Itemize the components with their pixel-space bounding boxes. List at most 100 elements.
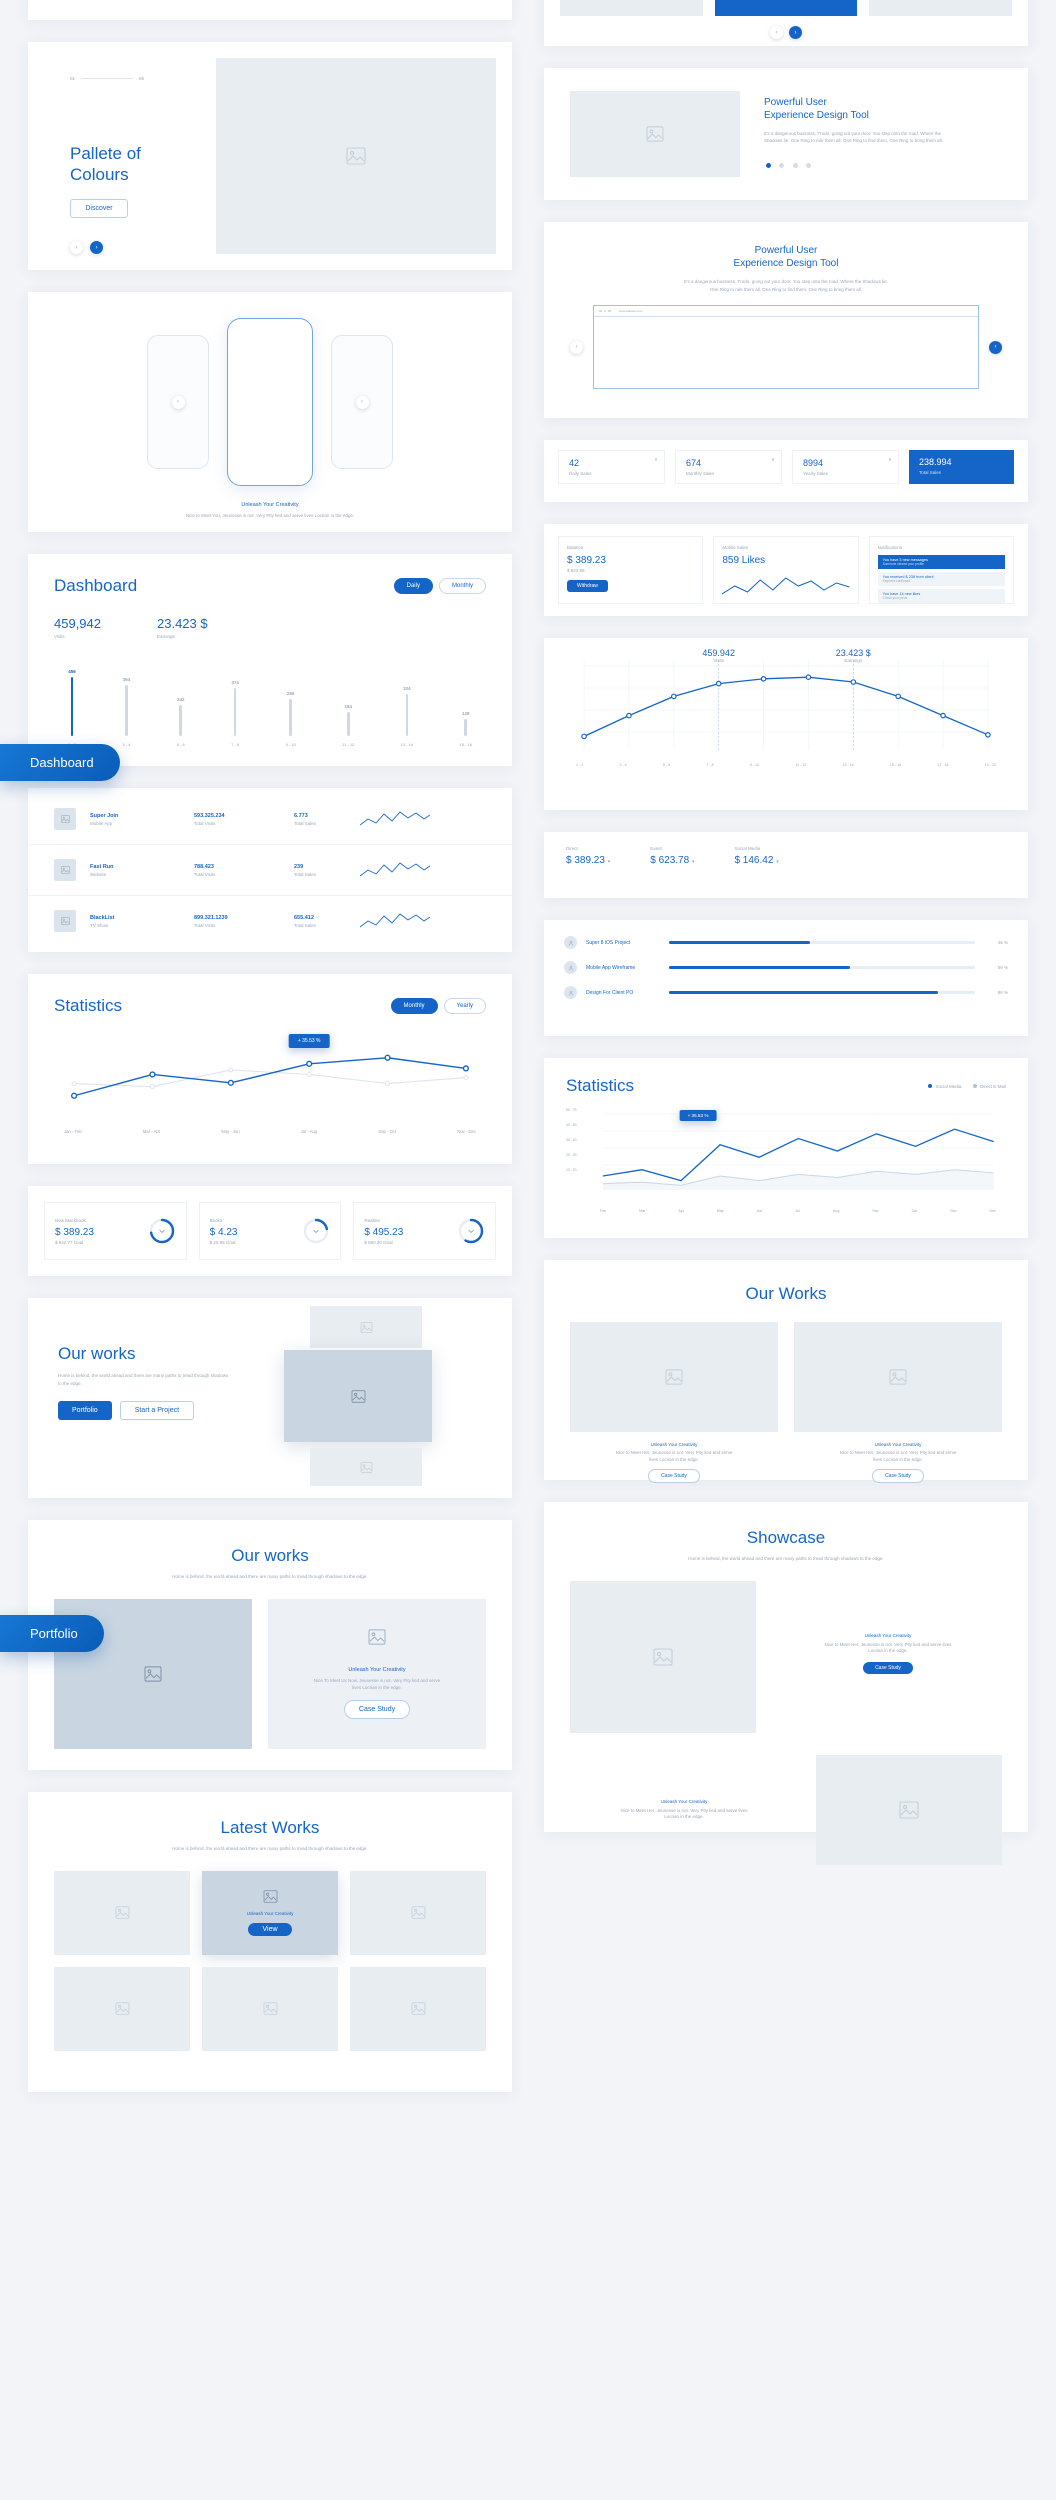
carousel-dot[interactable] xyxy=(806,162,812,168)
overview-chart-card: 459.942 Visits 23.423 $ Earnings 1 - 2 3 - 4 5… xyxy=(544,638,1028,810)
portfolio-thumb-1[interactable] xyxy=(310,1306,422,1348)
latest-works-tile[interactable] xyxy=(54,1870,190,1955)
goal-label: New Mackbook xyxy=(55,1217,86,1223)
goal-card: New Mackbook $ 389.23 $ 942.77 Goal xyxy=(44,1202,187,1260)
overview-marker-earnings: 23.423 $ Earnings xyxy=(836,648,871,663)
showcase-image-1[interactable] xyxy=(570,1580,756,1733)
row-sales: 6.773 xyxy=(294,812,308,819)
notification-item[interactable]: You have 14 new likes Check your posts xyxy=(877,589,1005,603)
showcase-case-study-button[interactable]: Case Study xyxy=(863,1661,913,1674)
our-works-caption-title: Unleash Your Creativity xyxy=(348,1666,406,1673)
progress-percent: 59 % xyxy=(997,965,1008,970)
dashboard-toggle-monthly[interactable]: Monthly xyxy=(438,578,486,594)
browser-url: www.website.com xyxy=(618,309,643,313)
bar xyxy=(405,694,409,736)
avatar xyxy=(564,961,577,974)
legend-dot xyxy=(928,1084,933,1088)
portfolio-thumb-2[interactable] xyxy=(284,1350,432,1442)
our-works-case-study-button[interactable]: Case Study xyxy=(343,1699,411,1719)
stat-tile[interactable]: 8994 Yearly Sales xyxy=(792,450,899,484)
slider-next-button[interactable]: › xyxy=(789,26,802,39)
discover-button[interactable]: Discover xyxy=(70,199,128,218)
avatar xyxy=(564,986,577,999)
browser-dot xyxy=(608,309,611,313)
phone-mockup-right: › xyxy=(331,335,393,469)
case-study-button[interactable]: Case Study xyxy=(872,1469,924,1483)
caption-body: Nice to Meet Her, Jeunesse is not. Very … xyxy=(620,1807,748,1820)
phone-mockup-center xyxy=(227,318,313,486)
money-row-card: Direct $ 389.23 ▾ Event $ 623.78 ▾ Social Me… xyxy=(544,832,1028,898)
showcase-image-2[interactable] xyxy=(816,1754,1002,1865)
slider-thumb-active[interactable] xyxy=(714,0,858,16)
latest-works-tile[interactable] xyxy=(54,1966,190,2051)
row-name: Fast Run xyxy=(90,863,114,870)
case-study-button[interactable]: Case Study xyxy=(648,1469,700,1483)
slider-thumb-left[interactable] xyxy=(560,0,703,16)
start-project-button[interactable]: Start a Project xyxy=(119,1401,195,1420)
statistics-title: Statistics xyxy=(54,996,123,1015)
palette-card: 01 06 Pallete of Colours Discover ‹ › xyxy=(28,42,512,270)
stat-visits-value: 459,942 xyxy=(54,616,101,631)
table-row[interactable]: Super Join Mobile App 593.325.234 Total Vis… xyxy=(28,794,512,845)
palette-next-button[interactable]: › xyxy=(90,241,103,254)
stat-tile[interactable]: 238.994 Total Sales xyxy=(909,450,1014,484)
mini-cards-card: Balance $ 389.23 $ 823.88 Withdraw Mobil… xyxy=(544,524,1028,616)
notification-item[interactable]: You received $ 238 from client Payment co… xyxy=(877,572,1005,586)
slider-prev-button[interactable]: ‹ xyxy=(770,26,783,39)
table-row[interactable]: Fast Run Website 788.423 Total Visits 239 Tot… xyxy=(28,845,512,896)
carousel-dot[interactable] xyxy=(792,162,798,168)
goal-value: $ 389.23 xyxy=(55,1226,94,1238)
caption-body: Nice to Meet Her, Jeunesse is not. Very … xyxy=(615,1450,733,1462)
palette-prev-button[interactable]: ‹ xyxy=(70,241,83,254)
dashboard-tab-tag[interactable]: Dashboard xyxy=(0,744,120,781)
bar-column: 128 15 - 16 xyxy=(460,655,472,747)
withdraw-button[interactable]: Withdraw xyxy=(567,580,608,592)
marker-label: Visits xyxy=(713,658,725,663)
browser-next-button[interactable]: › xyxy=(989,340,1002,354)
carousel-dot[interactable] xyxy=(766,162,771,168)
our-works-right-tile-1[interactable] xyxy=(570,1322,778,1432)
goal-donut xyxy=(458,1218,484,1244)
chart-x-label: May xyxy=(716,1209,724,1213)
balance-sub: $ 823.88 xyxy=(567,568,585,573)
likes-label: Mobile Sales xyxy=(722,545,749,550)
progress-row: Mobile App Wireframe 59 % xyxy=(564,961,1008,974)
our-works-right-tile-2[interactable] xyxy=(794,1322,1002,1432)
dashboard-toggle-daily[interactable]: Daily xyxy=(393,578,433,594)
overview-chart-svg xyxy=(581,660,991,750)
chart-x-label: Mar xyxy=(639,1209,646,1213)
portfolio-tab-tag[interactable]: Portfolio xyxy=(0,1615,104,1652)
statistics-right-card: Statistics Social Media Direct E-Mail 50… xyxy=(544,1058,1028,1238)
stat-tile[interactable]: 42 Daily Sales xyxy=(558,450,665,484)
stat-tile[interactable]: 674 Monthly Sales xyxy=(675,450,782,484)
notification-item[interactable]: You have 3 new messages Someone viewed yo… xyxy=(877,555,1005,569)
bar-column: 4561 - 2 xyxy=(68,655,76,747)
goal-value: $ 4.23 xyxy=(209,1226,238,1238)
phone-next-button[interactable]: › xyxy=(355,395,369,409)
chart-x-label: 7 - 8 xyxy=(706,763,714,767)
latest-works-view-button[interactable]: View xyxy=(248,1922,292,1936)
portfolio-thumb-3[interactable] xyxy=(310,1448,422,1486)
portfolio-button[interactable]: Portfolio xyxy=(58,1401,112,1420)
progress-title: Mobile App Wireframe xyxy=(586,964,636,971)
legend-direct-email: Direct E-Mail xyxy=(973,1084,1006,1089)
latest-works-tile[interactable] xyxy=(202,1966,338,2051)
latest-works-tile-featured[interactable]: Unleash Your Creativity View xyxy=(202,1870,338,1955)
showcase-subtitle: Home is behind, the world ahead and ther… xyxy=(688,1556,884,1561)
latest-works-subtitle: Home is behind, the world ahead and ther… xyxy=(172,1846,368,1851)
statistics-toggle-yearly[interactable]: Yearly xyxy=(443,998,486,1014)
step-to: 06 xyxy=(139,76,145,81)
latest-works-tile[interactable] xyxy=(350,1966,486,2051)
latest-works-tile[interactable] xyxy=(350,1870,486,1955)
phone-prev-button[interactable]: ‹ xyxy=(171,395,185,409)
marker-value: 23.423 $ xyxy=(835,648,871,658)
chart-y-label: 10 - 20 xyxy=(566,1168,577,1172)
slider-thumb-right[interactable] xyxy=(869,0,1013,16)
statistics-toggle-monthly[interactable]: Monthly xyxy=(390,998,438,1014)
table-row[interactable]: BlackList TV Show 899.321.1239 Total Visits… xyxy=(28,896,512,946)
browser-prev-button[interactable]: ‹ xyxy=(570,340,583,354)
carousel-dot[interactable] xyxy=(779,162,785,168)
chart-y-label: 50 - 75 xyxy=(566,1108,577,1112)
row-sales: 655.412 xyxy=(294,914,314,921)
tile-label: Total Sales xyxy=(919,470,942,475)
